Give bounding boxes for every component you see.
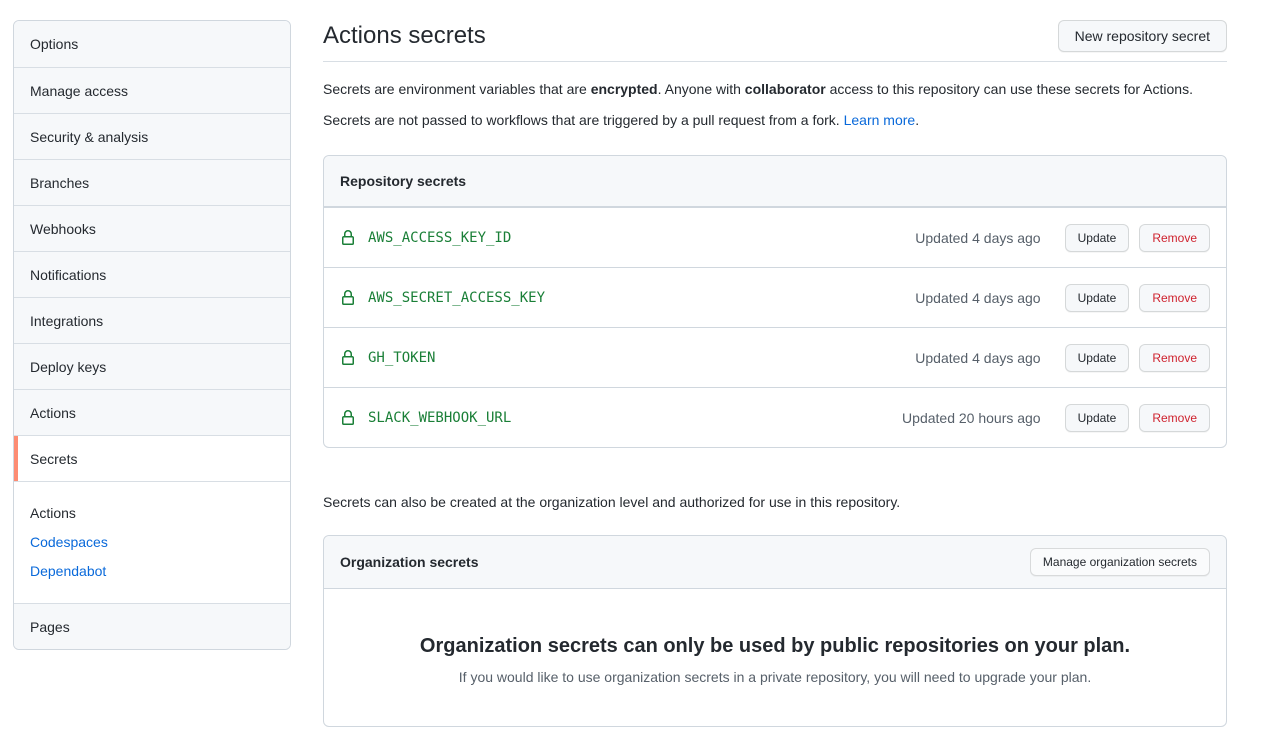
secret-row-actions: Update Remove — [1065, 224, 1210, 252]
sidebar-item-label: Secrets — [30, 451, 77, 467]
lock-icon — [340, 350, 356, 366]
intro-text: Secrets are environment variables that a… — [323, 79, 1227, 131]
secret-updated-timestamp: Updated 20 hours ago — [902, 410, 1041, 426]
empty-state-heading: Organization secrets can only be used by… — [364, 633, 1186, 659]
sidebar-item-label: Options — [30, 36, 78, 52]
subnav-item-codespaces[interactable]: Codespaces — [30, 527, 274, 556]
sidebar-item-label: Integrations — [30, 313, 103, 329]
intro-text-segment: Secrets are not passed to workflows that… — [323, 112, 844, 128]
lock-icon — [340, 290, 356, 306]
sidebar-item-label: Deploy keys — [30, 359, 106, 375]
secret-name: AWS_SECRET_ACCESS_KEY — [368, 290, 545, 306]
secret-row: GH_TOKEN Updated 4 days ago Update Remov… — [324, 327, 1226, 387]
intro-paragraph-1: Secrets are environment variables that a… — [323, 79, 1227, 100]
sidebar-item-label: Webhooks — [30, 221, 96, 237]
organization-note: Secrets can also be created at the organ… — [323, 492, 1227, 513]
settings-page: Options Manage access Security & analysi… — [0, 0, 1268, 727]
lock-icon — [340, 230, 356, 246]
secret-name: SLACK_WEBHOOK_URL — [368, 410, 511, 426]
organization-secrets-title: Organization secrets — [340, 554, 479, 570]
remove-secret-button[interactable]: Remove — [1139, 344, 1210, 372]
sidebar-item-deploy-keys[interactable]: Deploy keys — [14, 343, 290, 389]
sidebar-item-label: Pages — [30, 619, 70, 635]
organization-secrets-empty-state: Organization secrets can only be used by… — [324, 589, 1226, 726]
secret-row-actions: Update Remove — [1065, 404, 1210, 432]
subnav-item-label: Dependabot — [30, 563, 106, 579]
repository-secrets-header: Repository secrets — [324, 156, 1226, 207]
page-title: Actions secrets — [323, 22, 486, 50]
lock-icon — [340, 410, 356, 426]
sidebar-item-label: Manage access — [30, 83, 128, 99]
sidebar-item-options[interactable]: Options — [14, 21, 290, 67]
update-secret-button[interactable]: Update — [1065, 404, 1130, 432]
subnav-item-label: Codespaces — [30, 534, 108, 550]
sidebar-item-secrets[interactable]: Secrets — [14, 435, 290, 481]
main-content: Actions secrets New repository secret Se… — [323, 20, 1227, 727]
intro-bold-collaborator: collaborator — [745, 81, 826, 97]
repository-secrets-title: Repository secrets — [340, 173, 466, 189]
remove-secret-button[interactable]: Remove — [1139, 404, 1210, 432]
remove-secret-button[interactable]: Remove — [1139, 284, 1210, 312]
secret-updated-timestamp: Updated 4 days ago — [915, 290, 1040, 306]
secret-name: AWS_ACCESS_KEY_ID — [368, 230, 511, 246]
sidebar-item-pages[interactable]: Pages — [14, 603, 290, 649]
sidebar-item-actions[interactable]: Actions — [14, 389, 290, 435]
page-header: Actions secrets New repository secret — [323, 20, 1227, 62]
update-secret-button[interactable]: Update — [1065, 224, 1130, 252]
organization-secrets-box: Organization secrets Manage organization… — [323, 535, 1227, 727]
sidebar-item-webhooks[interactable]: Webhooks — [14, 205, 290, 251]
sidebar-item-label: Actions — [30, 405, 76, 421]
sidebar-item-integrations[interactable]: Integrations — [14, 297, 290, 343]
secret-updated-timestamp: Updated 4 days ago — [915, 230, 1040, 246]
sidebar-item-label: Notifications — [30, 267, 106, 283]
secret-updated-timestamp: Updated 4 days ago — [915, 350, 1040, 366]
subnav-item-actions[interactable]: Actions — [30, 498, 274, 527]
new-repository-secret-button[interactable]: New repository secret — [1058, 20, 1227, 52]
secret-row-actions: Update Remove — [1065, 344, 1210, 372]
sidebar-item-label: Branches — [30, 175, 89, 191]
update-secret-button[interactable]: Update — [1065, 284, 1130, 312]
secret-row: SLACK_WEBHOOK_URL Updated 20 hours ago U… — [324, 387, 1226, 447]
update-secret-button[interactable]: Update — [1065, 344, 1130, 372]
secret-row-actions: Update Remove — [1065, 284, 1210, 312]
secrets-subnav: Actions Codespaces Dependabot — [14, 481, 290, 603]
sidebar-item-manage-access[interactable]: Manage access — [14, 67, 290, 113]
subnav-item-dependabot[interactable]: Dependabot — [30, 556, 274, 585]
remove-secret-button[interactable]: Remove — [1139, 224, 1210, 252]
organization-secrets-header: Organization secrets Manage organization… — [324, 536, 1226, 589]
intro-text-segment: access to this repository can use these … — [826, 81, 1193, 97]
manage-organization-secrets-button[interactable]: Manage organization secrets — [1030, 548, 1210, 576]
learn-more-link[interactable]: Learn more — [844, 112, 916, 128]
intro-text-segment: Secrets are environment variables that a… — [323, 81, 591, 97]
intro-text-segment: . Anyone with — [658, 81, 745, 97]
sidebar-item-notifications[interactable]: Notifications — [14, 251, 290, 297]
settings-sidebar: Options Manage access Security & analysi… — [13, 20, 291, 650]
intro-bold-encrypted: encrypted — [591, 81, 658, 97]
intro-paragraph-2: Secrets are not passed to workflows that… — [323, 110, 1227, 131]
secret-row: AWS_ACCESS_KEY_ID Updated 4 days ago Upd… — [324, 207, 1226, 267]
sidebar-item-security-analysis[interactable]: Security & analysis — [14, 113, 290, 159]
empty-state-subtext: If you would like to use organization se… — [364, 667, 1186, 688]
subnav-item-label: Actions — [30, 505, 76, 521]
sidebar-item-label: Security & analysis — [30, 129, 148, 145]
repository-secrets-box: Repository secrets AWS_ACCESS_KEY_ID Upd… — [323, 155, 1227, 448]
intro-text-segment: . — [915, 112, 919, 128]
secret-row: AWS_SECRET_ACCESS_KEY Updated 4 days ago… — [324, 267, 1226, 327]
secret-name: GH_TOKEN — [368, 350, 435, 366]
sidebar-item-branches[interactable]: Branches — [14, 159, 290, 205]
